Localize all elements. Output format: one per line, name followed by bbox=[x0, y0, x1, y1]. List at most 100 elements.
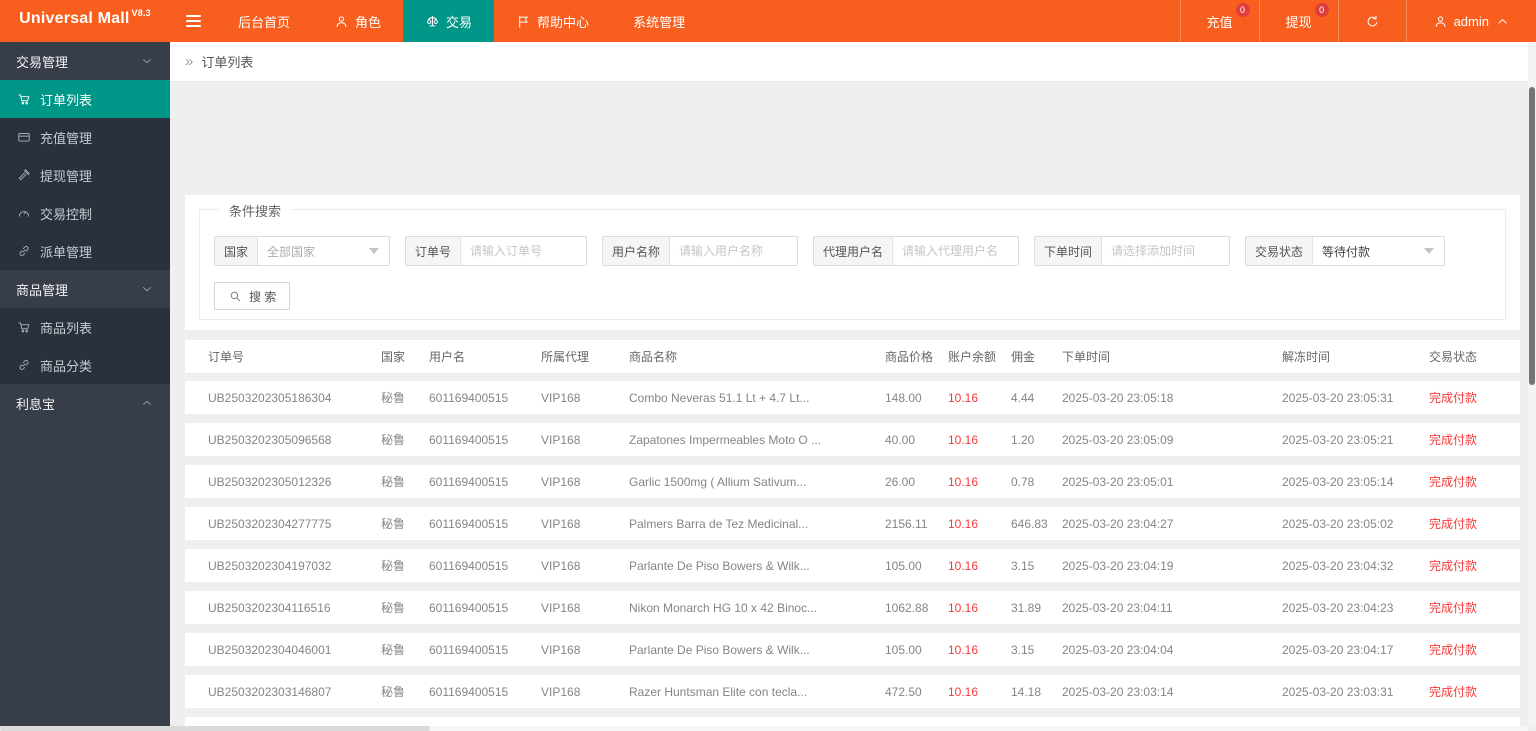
sidebar-item-product-list[interactable]: 商品列表 bbox=[0, 308, 170, 346]
cell-commission: 0.78 bbox=[1011, 474, 1035, 489]
filter-label-user-name: 用户名称 bbox=[603, 237, 671, 265]
filter-fieldset: 条件搜索 国家全部国家订单号用户名称代理用户名下单时间交易状态等待付款 搜 索 bbox=[199, 201, 1506, 320]
cell-unfreeze_time: 2025-03-20 23:04:17 bbox=[1282, 642, 1394, 657]
sidebar-group-product-management[interactable]: 商品管理 bbox=[0, 270, 170, 308]
filter-field-country[interactable]: 国家 全部国家 bbox=[214, 236, 390, 266]
nav-item-label: 系统管理 bbox=[633, 14, 686, 30]
nav-item-help-center[interactable]: 帮助中心 bbox=[494, 0, 611, 42]
cell-product: Combo Neveras 51.1 Lt + 4.7 Lt... bbox=[629, 390, 810, 405]
filter-legend: 条件搜索 bbox=[220, 201, 291, 220]
recharge-button[interactable]: 充值 0 bbox=[1179, 0, 1259, 42]
username: admin bbox=[1453, 13, 1489, 29]
navbar-right: 充值 0 提现 0 admin bbox=[1179, 0, 1536, 42]
cell-order_no: UB2503202304277775 bbox=[208, 516, 332, 531]
hamburger-icon bbox=[185, 15, 201, 27]
vertical-scrollbar[interactable] bbox=[1528, 42, 1536, 726]
cell-order_no: UB2503202304197032 bbox=[208, 558, 332, 573]
cell-price: 105.00 bbox=[885, 558, 922, 573]
chevron-up-icon bbox=[140, 396, 154, 410]
sidebar-item-label: 交易控制 bbox=[40, 206, 93, 222]
cell-order_no: UB2503202304046001 bbox=[208, 642, 332, 657]
sidebar-group-label: 商品管理 bbox=[16, 282, 69, 298]
column-header-username: 用户名 bbox=[429, 350, 466, 364]
cell-order_no: UB2503202303146807 bbox=[208, 684, 332, 699]
search-icon bbox=[228, 289, 242, 303]
vertical-scrollbar-thumb[interactable] bbox=[1529, 87, 1535, 385]
cell-product: Zapatones Impermeables Moto O ... bbox=[629, 432, 822, 447]
cell-country: 秘鲁 bbox=[381, 685, 406, 699]
search-button[interactable]: 搜 索 bbox=[214, 282, 291, 310]
column-header-status: 交易状态 bbox=[1429, 350, 1478, 364]
filter-label-order-time: 下单时间 bbox=[1035, 237, 1103, 265]
order-time-input[interactable] bbox=[1102, 237, 1229, 265]
cell-agent: VIP168 bbox=[541, 600, 581, 615]
cell-commission: 3.15 bbox=[1011, 558, 1035, 573]
cell-status: 完成付款 bbox=[1429, 601, 1478, 615]
filter-field-trade-status[interactable]: 交易状态 等待付款 bbox=[1245, 236, 1445, 266]
withdraw-button[interactable]: 提现 0 bbox=[1258, 0, 1338, 42]
cell-unfreeze_time: 2025-03-20 23:05:21 bbox=[1282, 432, 1394, 447]
sidebar-toggle-button[interactable] bbox=[170, 0, 216, 42]
cell-order_time: 2025-03-20 23:04:27 bbox=[1062, 516, 1174, 531]
recharge-label: 充值 bbox=[1206, 14, 1233, 30]
cell-username: 601169400515 bbox=[429, 600, 509, 615]
nav-item-roles[interactable]: 角色 bbox=[312, 0, 403, 42]
flag-icon bbox=[516, 14, 531, 29]
user-name-input[interactable] bbox=[670, 237, 797, 265]
column-header-balance: 账户余额 bbox=[948, 350, 997, 364]
cart-icon bbox=[17, 92, 31, 106]
cell-country: 秘鲁 bbox=[381, 601, 406, 615]
cell-product: Nikon Monarch HG 10 x 42 Binoc... bbox=[629, 600, 818, 615]
sidebar-item-dispatch-management[interactable]: 派单管理 bbox=[0, 232, 170, 270]
cell-unfreeze_time: 2025-03-20 23:04:32 bbox=[1282, 558, 1394, 573]
sidebar-group-trade-management[interactable]: 交易管理 bbox=[0, 42, 170, 80]
sidebar-item-label: 提现管理 bbox=[40, 168, 93, 184]
cell-username: 601169400515 bbox=[429, 558, 509, 573]
sidebar-item-order-list[interactable]: 订单列表 bbox=[0, 80, 170, 118]
refresh-button[interactable] bbox=[1337, 0, 1406, 42]
cell-balance: 10.16 bbox=[948, 390, 979, 405]
cell-product: Razer Huntsman Elite con tecla... bbox=[629, 684, 808, 699]
column-header-unfreeze_time: 解冻时间 bbox=[1282, 350, 1331, 364]
gavel-icon bbox=[17, 168, 31, 182]
cell-agent: VIP168 bbox=[541, 474, 581, 489]
cell-unfreeze_time: 2025-03-20 23:03:31 bbox=[1282, 684, 1394, 699]
cell-username: 601169400515 bbox=[429, 684, 509, 699]
sidebar-item-trade-control[interactable]: 交易控制 bbox=[0, 194, 170, 232]
order-no-input[interactable] bbox=[461, 237, 586, 265]
horizontal-scrollbar-thumb[interactable] bbox=[0, 726, 430, 731]
cell-username: 601169400515 bbox=[429, 432, 509, 447]
cell-order_time: 2025-03-20 23:04:19 bbox=[1062, 558, 1174, 573]
table-row: UB2503202304046001 秘鲁 601169400515 VIP168 Pa… bbox=[185, 633, 1520, 666]
cell-country: 秘鲁 bbox=[381, 475, 406, 489]
cell-balance: 10.16 bbox=[948, 474, 979, 489]
nav-item-label: 后台首页 bbox=[238, 14, 291, 30]
horizontal-scrollbar[interactable] bbox=[0, 726, 1528, 731]
top-navbar: Universal Mall V8.3 后台首页 角色 交易 帮助中心 系统管理 充值 … bbox=[0, 0, 1536, 42]
cell-username: 601169400515 bbox=[429, 642, 509, 657]
nav-item-trade[interactable]: 交易 bbox=[403, 0, 495, 42]
nav-item-system-management[interactable]: 系统管理 bbox=[611, 0, 707, 42]
nav-item-dashboard[interactable]: 后台首页 bbox=[216, 0, 312, 42]
sidebar-item-recharge-management[interactable]: 充值管理 bbox=[0, 118, 170, 156]
link-icon bbox=[17, 358, 31, 372]
cell-balance: 10.16 bbox=[948, 600, 979, 615]
cell-commission: 14.18 bbox=[1011, 684, 1042, 699]
orders-table: UB2503202305186304 秘鲁 601169400515 VIP168 Co… bbox=[185, 374, 1520, 727]
country-select-value: 全部国家 bbox=[267, 244, 316, 259]
cell-unfreeze_time: 2025-03-20 23:05:31 bbox=[1282, 390, 1394, 405]
cell-status: 完成付款 bbox=[1429, 433, 1478, 447]
table-row: UB2503202305186304 秘鲁 601169400515 VIP168 Co… bbox=[185, 381, 1520, 414]
cell-product: Palmers Barra de Tez Medicinal... bbox=[629, 516, 809, 531]
sidebar-group-interest-treasure[interactable]: 利息宝 bbox=[0, 384, 170, 422]
cell-status: 完成付款 bbox=[1429, 391, 1478, 405]
cell-balance: 10.16 bbox=[948, 558, 979, 573]
agent-name-input[interactable] bbox=[893, 237, 1018, 265]
sidebar-item-product-category[interactable]: 商品分类 bbox=[0, 346, 170, 384]
cell-price: 2156.11 bbox=[885, 516, 928, 531]
user-menu[interactable]: admin bbox=[1405, 0, 1536, 42]
column-header-price: 商品价格 bbox=[885, 350, 934, 364]
sidebar-item-withdraw-management[interactable]: 提现管理 bbox=[0, 156, 170, 194]
cell-unfreeze_time: 2025-03-20 23:05:02 bbox=[1282, 516, 1394, 531]
chevron-down-icon bbox=[140, 54, 154, 68]
